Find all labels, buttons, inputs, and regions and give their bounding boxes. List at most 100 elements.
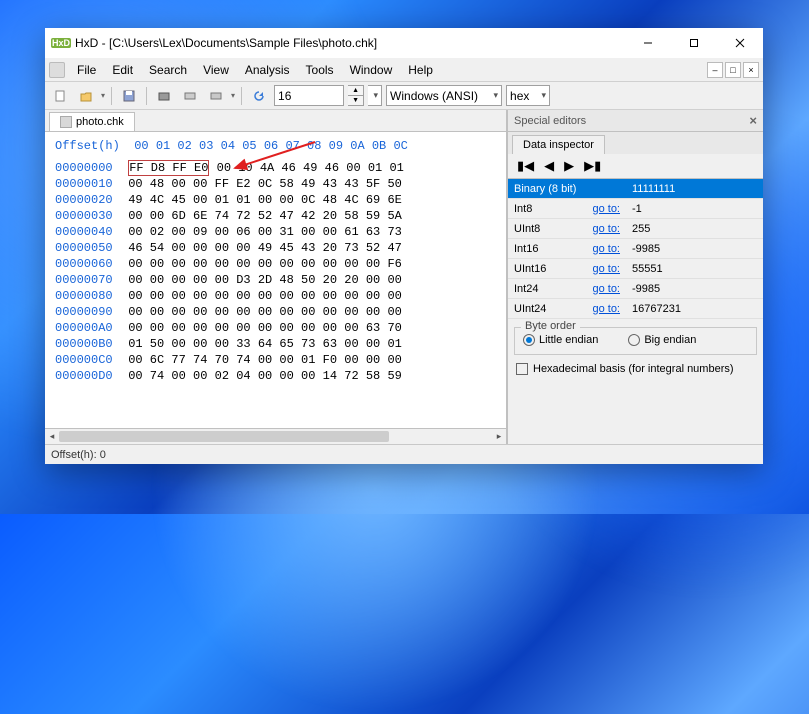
nav-prev-button[interactable]: ◀ <box>541 157 557 175</box>
hex-editor-pane: photo.chk Offset(h) 00 01 02 03 04 05 06… <box>45 110 507 444</box>
inspector-value: 255 <box>626 223 763 235</box>
toolbar: ▾ ▾ 16 ▲▼ ▾ Windows (ANSI) ▾ hex ▾ <box>45 82 763 110</box>
inspector-key: UInt16 <box>508 263 586 275</box>
new-button[interactable] <box>49 85 71 107</box>
inspector-nav: ▮◀ ◀ ▶ ▶▮ <box>508 154 763 178</box>
app-icon: HxD <box>53 35 69 51</box>
close-pane-button[interactable]: × <box>749 113 757 128</box>
inspector-goto-link[interactable]: go to: <box>586 303 626 315</box>
inspector-row[interactable]: UInt24go to:16767231 <box>508 299 763 319</box>
special-editors-title: Special editors <box>514 115 586 127</box>
inspector-goto-link[interactable]: go to: <box>586 203 626 215</box>
special-editors-pane: Special editors × Data inspector ▮◀ ◀ ▶ … <box>507 110 763 444</box>
data-inspector-table: Binary (8 bit)11111111Int8go to:-1UInt8g… <box>508 178 763 319</box>
status-offset: Offset(h): 0 <box>51 449 106 461</box>
hex-basis-checkbox-row[interactable]: Hexadecimal basis (for integral numbers) <box>508 359 763 379</box>
hex-view[interactable]: Offset(h) 00 01 02 03 04 05 06 07 08 09 … <box>45 132 506 428</box>
titlebar[interactable]: HxD HxD - [C:\Users\Lex\Documents\Sample… <box>45 28 763 58</box>
inspector-row[interactable]: Binary (8 bit)11111111 <box>508 179 763 199</box>
inspector-key: Int16 <box>508 243 586 255</box>
radio-icon <box>628 334 640 346</box>
inspector-goto-link[interactable]: go to: <box>586 223 626 235</box>
bytes-per-row-input[interactable]: 16 <box>274 85 344 106</box>
special-editors-header: Special editors × <box>508 110 763 132</box>
mdi-restore-button[interactable]: □ <box>725 62 741 78</box>
minimize-button[interactable] <box>625 28 671 58</box>
bytes-per-row-value: 16 <box>278 89 291 103</box>
tab-photo-chk[interactable]: photo.chk <box>49 112 135 131</box>
mdi-close-button[interactable]: × <box>743 62 759 78</box>
chevron-down-icon: ▾ <box>494 90 499 101</box>
editor-tabs: photo.chk <box>45 110 506 132</box>
nav-last-button[interactable]: ▶▮ <box>581 157 604 175</box>
inspector-goto-link[interactable]: go to: <box>586 243 626 255</box>
close-button[interactable] <box>717 28 763 58</box>
hex-row[interactable]: 000000A0 00 00 00 00 00 00 00 00 00 00 0… <box>55 320 502 336</box>
inspector-row[interactable]: Int16go to:-9985 <box>508 239 763 259</box>
inspector-value: -1 <box>626 203 763 215</box>
hex-row[interactable]: 000000C0 00 6C 77 74 70 74 00 00 01 F0 0… <box>55 352 502 368</box>
menu-help[interactable]: Help <box>400 60 441 80</box>
tab-data-inspector[interactable]: Data inspector <box>512 135 605 154</box>
bytes-per-row-dropdown[interactable]: ▾ <box>368 85 382 106</box>
hex-row[interactable]: 00000010 00 48 00 00 FF E2 0C 58 49 43 4… <box>55 176 502 192</box>
ram-button[interactable] <box>179 85 201 107</box>
radio-big-endian[interactable]: Big endian <box>628 334 696 346</box>
hex-row[interactable]: 00000060 00 00 00 00 00 00 00 00 00 00 0… <box>55 256 502 272</box>
separator <box>146 87 147 105</box>
hex-row[interactable]: 00000030 00 00 6D 6E 74 72 52 47 42 20 5… <box>55 208 502 224</box>
menu-edit[interactable]: Edit <box>104 60 141 80</box>
bytes-per-row-spinner[interactable]: ▲▼ <box>348 85 364 106</box>
inspector-key: UInt24 <box>508 303 586 315</box>
menu-view[interactable]: View <box>195 60 237 80</box>
menu-file[interactable]: File <box>69 60 104 80</box>
inspector-value: 55551 <box>626 263 763 275</box>
hex-row[interactable]: 00000090 00 00 00 00 00 00 00 00 00 00 0… <box>55 304 502 320</box>
inspector-value: -9985 <box>626 283 763 295</box>
scrollbar-thumb[interactable] <box>59 431 389 442</box>
hex-row[interactable]: 000000B0 01 50 00 00 00 33 64 65 73 63 0… <box>55 336 502 352</box>
ram2-button[interactable] <box>205 85 227 107</box>
hxd-window: HxD HxD - [C:\Users\Lex\Documents\Sample… <box>45 28 763 464</box>
horizontal-scrollbar[interactable]: ◂ ▸ <box>45 428 506 444</box>
inspector-value: -9985 <box>626 243 763 255</box>
nav-first-button[interactable]: ▮◀ <box>514 157 537 175</box>
mdi-minimize-button[interactable]: ‒ <box>707 62 723 78</box>
scroll-right-button[interactable]: ▸ <box>492 429 506 444</box>
menubar: File Edit Search View Analysis Tools Win… <box>45 58 763 82</box>
radio-icon <box>523 334 535 346</box>
open-button[interactable] <box>75 85 97 107</box>
tab-label: photo.chk <box>76 116 124 128</box>
refresh-button[interactable] <box>248 85 270 107</box>
hex-row[interactable]: 00000040 00 02 00 09 00 06 00 31 00 00 6… <box>55 224 502 240</box>
menu-tools[interactable]: Tools <box>298 60 342 80</box>
hex-row[interactable]: 00000020 49 4C 45 00 01 01 00 00 0C 48 4… <box>55 192 502 208</box>
disk-button[interactable] <box>153 85 175 107</box>
inspector-goto-link[interactable]: go to: <box>586 283 626 295</box>
radio-little-endian[interactable]: Little endian <box>523 334 598 346</box>
inspector-row[interactable]: Int8go to:-1 <box>508 199 763 219</box>
menu-search[interactable]: Search <box>141 60 195 80</box>
hex-row[interactable]: 000000D0 00 74 00 00 02 04 00 00 00 14 7… <box>55 368 502 384</box>
inspector-goto-link[interactable]: go to: <box>586 263 626 275</box>
base-select[interactable]: hex ▾ <box>506 85 550 106</box>
mdi-icon[interactable] <box>49 62 65 78</box>
hex-row[interactable]: 00000050 46 54 00 00 00 00 49 45 43 20 7… <box>55 240 502 256</box>
byte-order-group: Byte order Little endian Big endian <box>514 327 757 355</box>
save-button[interactable] <box>118 85 140 107</box>
inspector-row[interactable]: Int24go to:-9985 <box>508 279 763 299</box>
menu-analysis[interactable]: Analysis <box>237 60 298 80</box>
nav-next-button[interactable]: ▶ <box>561 157 577 175</box>
inspector-row[interactable]: UInt16go to:55551 <box>508 259 763 279</box>
separator <box>241 87 242 105</box>
file-icon <box>60 116 72 128</box>
hex-row[interactable]: 00000000 FF D8 FF E0 00 10 4A 46 49 46 0… <box>55 160 502 176</box>
hex-row[interactable]: 00000080 00 00 00 00 00 00 00 00 00 00 0… <box>55 288 502 304</box>
scroll-left-button[interactable]: ◂ <box>45 429 59 444</box>
menu-window[interactable]: Window <box>342 60 401 80</box>
encoding-select[interactable]: Windows (ANSI) ▾ <box>386 85 502 106</box>
inspector-value: 16767231 <box>626 303 763 315</box>
inspector-row[interactable]: UInt8go to:255 <box>508 219 763 239</box>
maximize-button[interactable] <box>671 28 717 58</box>
hex-row[interactable]: 00000070 00 00 00 00 00 D3 2D 48 50 20 2… <box>55 272 502 288</box>
